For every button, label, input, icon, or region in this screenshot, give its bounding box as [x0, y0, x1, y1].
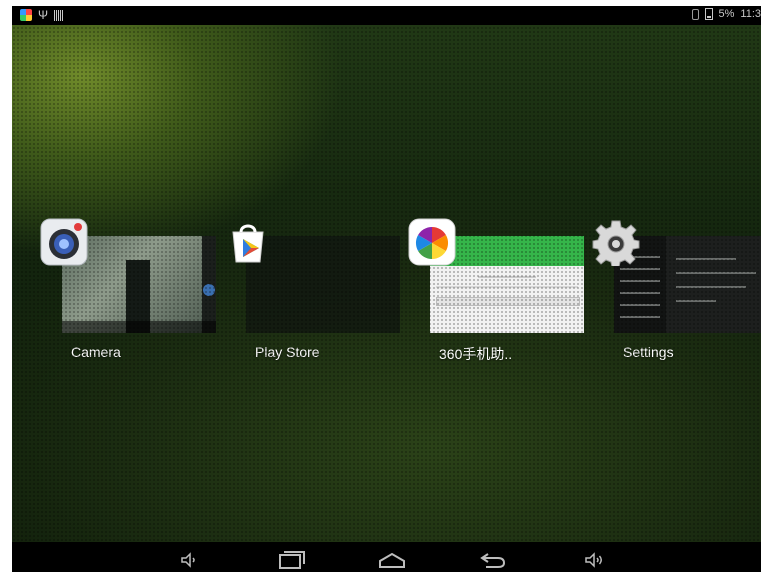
battery-icon	[704, 8, 713, 20]
play-store-icon	[232, 224, 264, 263]
camera-icon	[40, 218, 88, 266]
clock: 11:3	[740, 8, 761, 20]
recent-apps-button[interactable]	[266, 542, 316, 572]
navigation-bar	[12, 542, 761, 572]
usb-icon: Ψ	[38, 8, 49, 22]
volume-down-button[interactable]	[165, 542, 215, 572]
recent-app-card-settings[interactable]: Settings	[592, 220, 761, 370]
camera-shutter-icon	[203, 284, 215, 296]
status-right-icons: 5% 11:3	[691, 8, 761, 20]
home-icon	[379, 552, 405, 568]
home-button[interactable]	[367, 542, 417, 572]
app-label-camera: Camera	[71, 344, 121, 360]
app-label-play-store: Play Store	[255, 344, 320, 360]
app-360-icon	[20, 9, 32, 21]
recent-apps-screen: Ψ 5% 11:3 Camera Play Store 360手机助.. Set…	[12, 6, 761, 572]
volume-up-icon	[585, 552, 602, 568]
app-label-settings: Settings	[623, 344, 674, 360]
volume-down-icon	[181, 552, 195, 568]
app-label-360-assistant: 360手机助..	[439, 346, 513, 362]
battery-percent: 5%	[718, 8, 735, 20]
barcode-icon	[54, 9, 64, 21]
volume-up-button[interactable]	[569, 542, 619, 572]
360-assistant-icon	[408, 218, 456, 266]
recent-app-card-camera[interactable]: Camera	[40, 218, 232, 370]
back-button[interactable]	[468, 542, 518, 572]
gear-icon	[592, 220, 640, 266]
status-bar: Ψ 5% 11:3	[12, 6, 761, 25]
back-icon	[480, 553, 506, 568]
recent-app-card-play-store[interactable]: Play Store	[232, 224, 416, 370]
recent-apps-icon	[279, 551, 305, 569]
status-left-icons: Ψ	[20, 8, 64, 22]
vibrate-icon	[691, 8, 699, 20]
recent-app-card-360-assistant[interactable]: 360手机助..	[408, 218, 600, 370]
